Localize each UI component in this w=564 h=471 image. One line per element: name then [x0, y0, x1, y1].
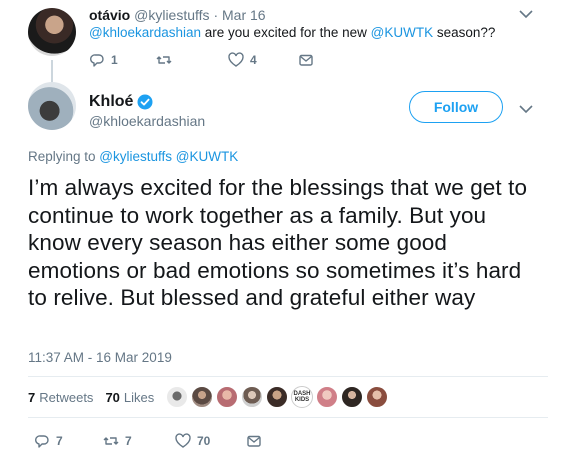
thread-connector	[51, 60, 53, 84]
reply-button[interactable]: 7	[34, 433, 63, 449]
parent-like-button[interactable]: 4	[228, 52, 257, 68]
heart-icon	[228, 52, 244, 67]
likes-stat[interactable]: 70 Likes	[105, 390, 154, 405]
parent-reply-count: 1	[111, 53, 118, 67]
parent-avatar[interactable]	[28, 8, 76, 56]
liker-avatar[interactable]	[191, 386, 213, 408]
like-button[interactable]: 70	[175, 433, 210, 449]
chevron-down-icon[interactable]	[519, 9, 533, 21]
divider	[28, 417, 548, 418]
liker-avatar[interactable]	[266, 386, 288, 408]
tweet-text: I’m always excited for the blessings tha…	[28, 175, 528, 310]
parent-author[interactable]: otávio @kyliestuffs · Mar 16	[89, 7, 266, 23]
liker-avatar-dash-kids[interactable]: DASH KIDS	[291, 386, 313, 408]
parent-tweet-text: @khloekardashian are you excited for the…	[89, 25, 495, 40]
replying-prefix: Replying to	[28, 149, 100, 164]
direct-message-icon	[247, 435, 261, 447]
tweet-stats: 7 Retweets 70 Likes	[28, 390, 166, 405]
chevron-down-icon[interactable]	[519, 104, 533, 116]
parent-reply-button[interactable]: 1	[89, 52, 118, 68]
message-button[interactable]	[246, 433, 262, 449]
liker-avatar[interactable]	[316, 386, 338, 408]
follow-button[interactable]: Follow	[409, 91, 503, 123]
liker-avatar[interactable]	[241, 386, 263, 408]
liker-avatars: DASH KIDS	[166, 386, 391, 408]
parent-text-end: season??	[433, 25, 496, 40]
parent-author-handle[interactable]: @kyliestuffs	[134, 7, 209, 23]
liker-avatar[interactable]	[341, 386, 363, 408]
author-avatar[interactable]	[28, 82, 76, 130]
liker-avatar[interactable]	[216, 386, 238, 408]
retweet-icon	[156, 56, 172, 64]
likes-label: Likes	[123, 390, 155, 405]
like-count: 70	[197, 434, 211, 448]
verified-badge-icon	[137, 94, 153, 110]
divider	[28, 376, 548, 377]
author-name-row[interactable]: Khloé	[89, 93, 153, 111]
parent-mention-link[interactable]: @khloekardashian	[89, 25, 201, 40]
liker-avatar[interactable]	[166, 386, 188, 408]
retweets-label: Retweets	[39, 390, 94, 405]
parent-like-count: 4	[250, 53, 257, 67]
reply-count: 7	[56, 434, 63, 448]
parent-kuwtk-link[interactable]: @KUWTK	[371, 25, 433, 40]
parent-retweet-button[interactable]	[156, 52, 178, 68]
retweet-count: 7	[125, 434, 132, 448]
parent-author-name[interactable]: otávio	[89, 7, 130, 23]
replying-to-links[interactable]: @kyliestuffs @KUWTK	[99, 149, 238, 164]
tweet-timestamp[interactable]: 11:37 AM - 16 Mar 2019	[28, 350, 172, 365]
parent-text-middle: are you excited for the new	[201, 25, 371, 40]
retweet-icon	[103, 437, 119, 445]
retweets-stat[interactable]: 7 Retweets	[28, 390, 93, 405]
direct-message-icon	[299, 54, 313, 66]
liker-avatar[interactable]	[366, 386, 388, 408]
parent-separator: ·	[213, 7, 219, 23]
parent-message-button[interactable]	[298, 52, 314, 68]
retweets-count: 7	[28, 390, 36, 405]
retweet-button[interactable]: 7	[103, 433, 132, 449]
reply-icon	[35, 435, 49, 448]
parent-date[interactable]: Mar 16	[222, 7, 266, 23]
replying-to: Replying to @kyliestuffs @KUWTK	[28, 149, 238, 164]
likes-count: 70	[105, 390, 120, 405]
author-name[interactable]: Khloé	[89, 93, 133, 111]
heart-icon	[175, 433, 191, 448]
reply-icon	[90, 54, 104, 67]
author-handle[interactable]: @khloekardashian	[89, 113, 205, 129]
